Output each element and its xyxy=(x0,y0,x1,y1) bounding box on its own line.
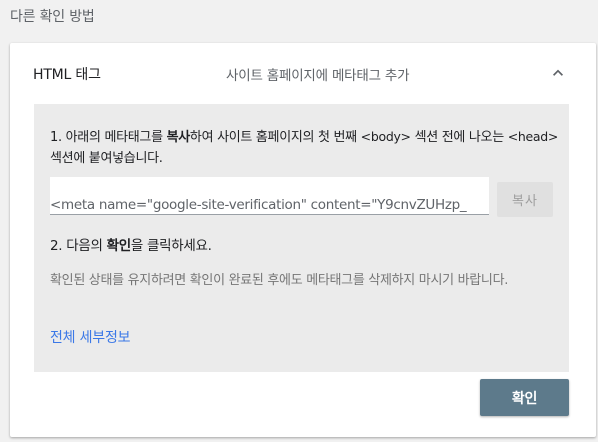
step-one-emphasis: 복사 xyxy=(166,130,191,145)
step-two-prefix: 2. 다음의 xyxy=(50,238,107,254)
keep-tag-note: 확인된 상태를 유지하려면 확인이 완료된 후에도 메타태그를 삭제하지 마시기… xyxy=(50,273,509,288)
step-two-emphasis: 확인 xyxy=(106,238,132,254)
head-tag-text: <head> xyxy=(507,129,559,144)
verification-method-card: HTML 태그 사이트 홈페이지에 메타태그 추가 1. 아래의 메타태그를 복… xyxy=(10,43,596,437)
full-details-link[interactable]: 전체 세부정보 xyxy=(50,327,131,347)
step-one-text: 1. 아래의 메타태그를 복사하여 사이트 홈페이지의 첫 번째 <body> … xyxy=(50,126,560,169)
step-one-middle-2: 섹션 전에 나오는 xyxy=(410,130,508,145)
copy-button[interactable]: 복사 xyxy=(497,182,553,217)
body-tag-text: <body> xyxy=(360,129,411,144)
step-one-prefix: 1. 아래의 메타태그를 xyxy=(50,130,167,145)
step-two-text: 2. 다음의 확인을 클릭하세요. xyxy=(50,234,212,254)
method-name: HTML 태그 xyxy=(33,67,101,83)
step-one-suffix: 섹션에 붙여넣습니다. xyxy=(50,151,163,166)
section-title: 다른 확인 방법 xyxy=(10,9,95,25)
confirm-button[interactable]: 확인 xyxy=(480,379,569,416)
method-description: 사이트 홈페이지에 메타태그 추가 xyxy=(226,68,410,84)
method-header[interactable]: HTML 태그 사이트 홈페이지에 메타태그 추가 xyxy=(10,43,596,103)
step-one-middle: 하여 사이트 홈페이지의 첫 번째 xyxy=(189,130,361,145)
chevron-up-icon[interactable] xyxy=(548,63,568,83)
meta-tag-field[interactable] xyxy=(50,177,489,215)
instructions-panel: 1. 아래의 메타태그를 복사하여 사이트 홈페이지의 첫 번째 <body> … xyxy=(34,104,569,372)
step-two-suffix: 을 클릭하세요. xyxy=(130,238,212,254)
